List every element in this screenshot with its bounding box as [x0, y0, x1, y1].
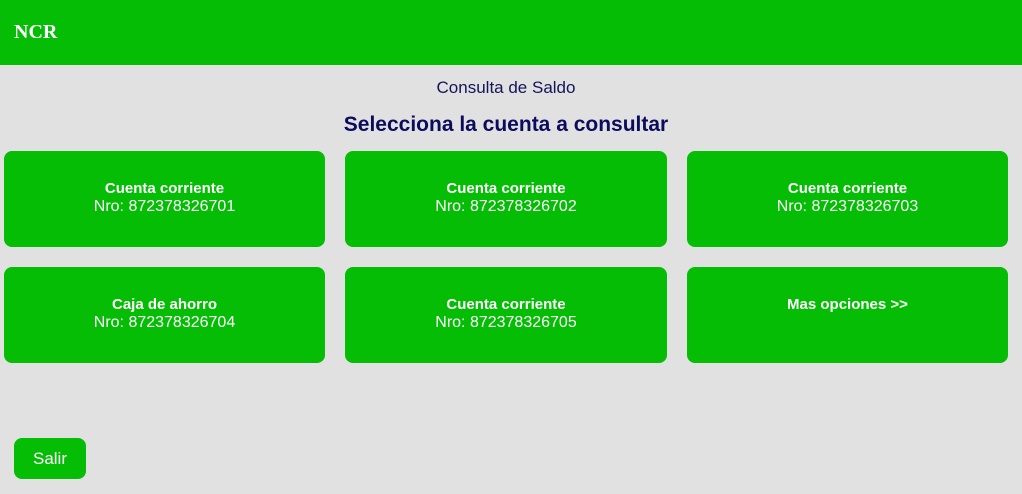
more-options-label: Mas opciones >> — [787, 296, 908, 313]
account-number-label: Nro: 872378326703 — [776, 198, 919, 215]
account-number-label: Nro: 872378326701 — [93, 198, 236, 215]
ncr-logo: NCR — [14, 21, 58, 43]
account-number-label: Nro: 872378326702 — [435, 198, 577, 215]
account-type-label: Caja de ahorro — [111, 296, 218, 313]
account-type-label: Cuenta corriente — [446, 296, 566, 313]
account-option-3[interactable]: Cuenta corriente Nro: 872378326703 — [687, 151, 1008, 247]
account-number-label: Nro: 872378326705 — [435, 314, 577, 331]
more-options-button[interactable]: Mas opciones >> — [687, 267, 1008, 363]
exit-button[interactable]: Salir — [14, 438, 86, 479]
account-option-4[interactable]: Caja de ahorro Nro: 872378326704 — [4, 267, 325, 363]
account-option-1[interactable]: Cuenta corriente Nro: 872378326701 — [4, 151, 325, 247]
account-options-grid: Cuenta corriente Nro: 872378326701 Cuent… — [4, 151, 1008, 363]
account-type-label: Cuenta corriente — [104, 180, 225, 197]
page-title: Selecciona la cuenta a consultar — [343, 113, 669, 136]
account-type-label: Cuenta corriente — [787, 180, 908, 197]
account-number-label: Nro: 872378326704 — [93, 314, 236, 331]
account-type-label: Cuenta corriente — [446, 180, 566, 197]
top-bar: NCR — [0, 0, 1022, 65]
account-option-2[interactable]: Cuenta corriente Nro: 872378326702 — [345, 151, 667, 247]
account-option-5[interactable]: Cuenta corriente Nro: 872378326705 — [345, 267, 667, 363]
page-subtitle: Consulta de Saldo — [436, 78, 576, 97]
